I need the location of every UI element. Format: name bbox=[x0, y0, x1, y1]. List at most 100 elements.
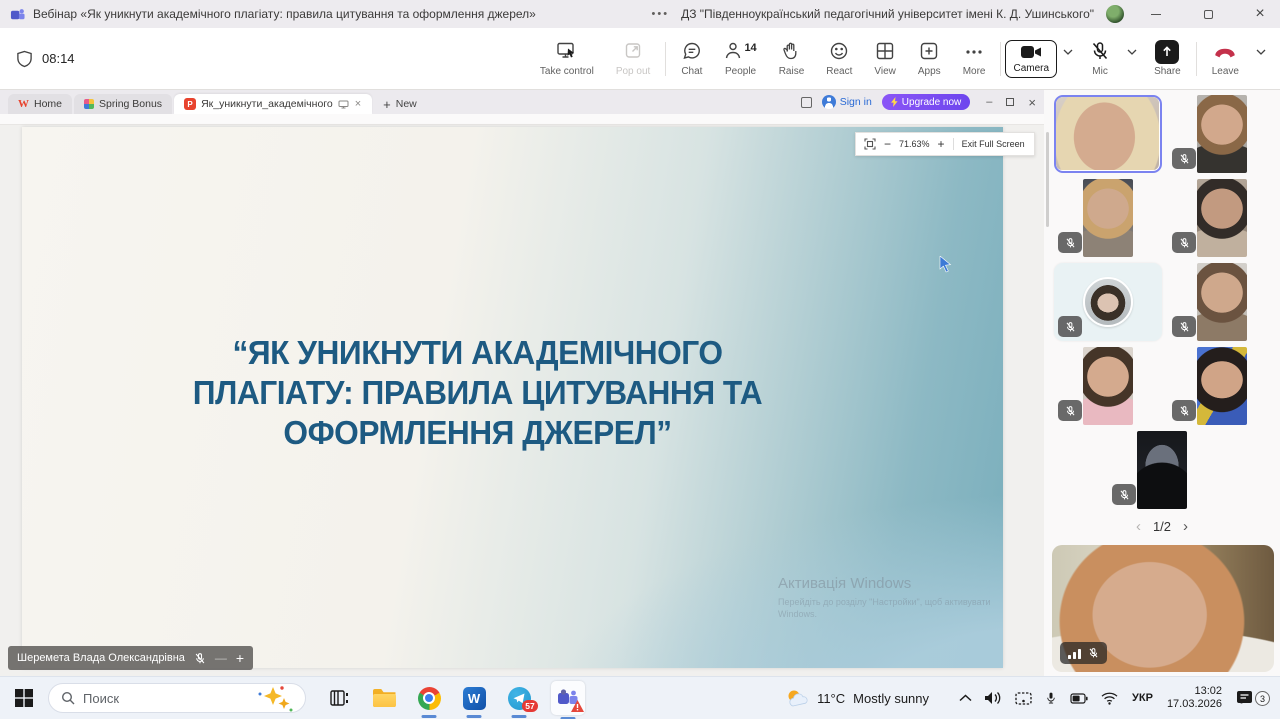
wps-tab-presentation[interactable]: P Як_уникнути_академічного × bbox=[174, 94, 372, 114]
participant-video-tile[interactable] bbox=[1168, 263, 1276, 341]
participants-panel: ‹ 1/2 › bbox=[1044, 90, 1280, 676]
pop-out-icon bbox=[624, 41, 643, 61]
cast-screen-icon[interactable] bbox=[1015, 692, 1032, 705]
upgrade-now-button[interactable]: Upgrade now bbox=[882, 94, 970, 110]
expand-pill-button[interactable]: + bbox=[236, 650, 244, 666]
presenter-cursor-icon bbox=[939, 256, 954, 273]
chat-button[interactable]: Chat bbox=[670, 33, 713, 85]
word-button[interactable]: W bbox=[461, 683, 487, 713]
zoom-in-button[interactable]: + bbox=[938, 137, 945, 151]
tab-close-icon[interactable]: × bbox=[354, 98, 362, 110]
panel-scrollbar[interactable] bbox=[1046, 132, 1049, 227]
mic-muted-badge bbox=[1172, 148, 1196, 169]
presentation-file-icon: P bbox=[184, 98, 196, 110]
camera-options-chevron[interactable] bbox=[1057, 49, 1079, 69]
shared-screen-region: W Home Spring Bonus P Як_уникнути_академ… bbox=[0, 90, 1044, 676]
apps-button[interactable]: Apps bbox=[907, 33, 952, 85]
avatar[interactable] bbox=[1106, 5, 1124, 23]
participant-video-tile-active-speaker[interactable] bbox=[1054, 95, 1162, 173]
take-control-button[interactable]: Take control bbox=[529, 33, 605, 85]
notification-center-button[interactable]: 3 bbox=[1236, 690, 1270, 706]
prev-page-arrow[interactable]: ‹ bbox=[1136, 518, 1141, 535]
leave-options-chevron[interactable] bbox=[1250, 49, 1280, 69]
sign-in-button[interactable]: Sign in bbox=[822, 95, 872, 109]
clock-widget[interactable]: 13:02 17.03.2026 bbox=[1167, 685, 1222, 711]
participant-camera-off-tile[interactable] bbox=[1054, 263, 1162, 341]
zoom-percent: 71.63% bbox=[899, 139, 930, 149]
mic-button[interactable]: Mic bbox=[1079, 33, 1121, 85]
wps-tab-spring-bonus[interactable]: Spring Bonus bbox=[74, 94, 172, 114]
participant-video-tile[interactable] bbox=[1168, 179, 1276, 257]
chrome-button[interactable] bbox=[416, 683, 442, 713]
zoom-divider bbox=[953, 138, 954, 150]
search-highlights-icon[interactable] bbox=[251, 684, 297, 714]
microphone-icon[interactable] bbox=[1045, 690, 1057, 706]
participant-video-tile[interactable] bbox=[1168, 95, 1276, 173]
weather-widget[interactable]: 11°C Mostly sunny bbox=[785, 688, 929, 708]
overflow-menu-icon[interactable]: ••• bbox=[652, 8, 670, 20]
share-label: Share bbox=[1154, 66, 1181, 77]
more-label: More bbox=[963, 66, 986, 77]
chevron-down-icon bbox=[1063, 49, 1073, 55]
participant-video-tile[interactable] bbox=[1168, 347, 1276, 425]
wps-close-button[interactable]: × bbox=[1028, 95, 1036, 110]
raise-hand-button[interactable]: Raise bbox=[768, 33, 816, 85]
pop-out-button[interactable]: Pop out bbox=[605, 33, 661, 85]
shield-icon bbox=[16, 50, 33, 68]
start-button[interactable] bbox=[14, 688, 34, 708]
close-button[interactable]: × bbox=[1240, 0, 1280, 28]
zoom-out-button[interactable]: − bbox=[884, 137, 891, 151]
battery-icon[interactable] bbox=[1070, 693, 1088, 704]
wps-maximize-button[interactable] bbox=[1006, 98, 1014, 106]
react-button[interactable]: React bbox=[815, 33, 863, 85]
org-name: ДЗ "Південноукраїнський педагогічний уні… bbox=[681, 7, 1094, 21]
featured-participant-video[interactable] bbox=[1052, 545, 1274, 672]
participants-pagination: ‹ 1/2 › bbox=[1044, 518, 1280, 535]
participant-video-tile[interactable] bbox=[1108, 431, 1216, 509]
telegram-button[interactable]: 57 bbox=[506, 683, 532, 713]
wps-minimize-button[interactable]: – bbox=[986, 96, 992, 108]
slide-title-line2: ПЛАГІАТУ: ПРАВИЛА ЦИТУВАННЯ ТА bbox=[40, 373, 915, 413]
collapse-pill-button[interactable]: — bbox=[215, 651, 227, 665]
participant-video-tile[interactable] bbox=[1054, 347, 1162, 425]
take-control-icon bbox=[556, 41, 578, 61]
share-button[interactable]: Share bbox=[1143, 33, 1192, 85]
people-button[interactable]: 14 People bbox=[713, 33, 767, 85]
teams-taskbar-button[interactable] bbox=[551, 681, 585, 715]
wps-tab-home[interactable]: W Home bbox=[8, 94, 72, 114]
more-button[interactable]: More bbox=[952, 33, 997, 85]
volume-icon[interactable] bbox=[985, 691, 1002, 705]
participant-video bbox=[1197, 95, 1247, 173]
toolbar-divider bbox=[665, 42, 666, 76]
camera-button[interactable]: Camera bbox=[1005, 40, 1057, 78]
participant-video bbox=[1197, 347, 1247, 425]
leave-button[interactable]: Leave bbox=[1201, 33, 1250, 85]
task-view-button[interactable] bbox=[326, 683, 352, 713]
maximize-button[interactable] bbox=[1188, 0, 1228, 28]
participant-video-tile[interactable] bbox=[1054, 179, 1162, 257]
exit-full-screen-button[interactable]: Exit Full Screen bbox=[962, 139, 1025, 149]
mic-options-chevron[interactable] bbox=[1121, 49, 1143, 69]
presenter-name-pill[interactable]: Шеремета Влада Олександрівна — + bbox=[8, 646, 253, 670]
view-button[interactable]: View bbox=[863, 33, 907, 85]
mic-muted-badge bbox=[1172, 232, 1196, 253]
mic-muted-badge bbox=[1058, 232, 1082, 253]
slide-title-line3: ОФОРМЛЕННЯ ДЖЕРЕЛ” bbox=[40, 413, 915, 453]
minimize-button[interactable] bbox=[1136, 0, 1176, 28]
mic-muted-badge bbox=[1058, 400, 1082, 421]
participant-video bbox=[1137, 431, 1187, 509]
fit-to-screen-icon[interactable] bbox=[864, 138, 876, 150]
windows-taskbar: Поиск W 57 bbox=[0, 676, 1280, 719]
search-input[interactable]: Поиск bbox=[48, 683, 306, 713]
layout-icon[interactable] bbox=[801, 97, 812, 108]
new-tab-button[interactable]: + New bbox=[383, 94, 417, 114]
language-indicator[interactable]: УКР bbox=[1132, 692, 1153, 704]
watermark-line2: Windows. bbox=[778, 608, 1013, 620]
next-page-arrow[interactable]: › bbox=[1183, 518, 1188, 535]
wps-tab-spring-label: Spring Bonus bbox=[99, 98, 162, 110]
meeting-title: Вебінар «Як уникнути академічного плагіа… bbox=[33, 7, 536, 21]
wifi-icon[interactable] bbox=[1101, 692, 1118, 705]
hidden-icons-chevron[interactable] bbox=[959, 694, 972, 702]
teams-app-icon bbox=[10, 7, 25, 22]
file-explorer-button[interactable] bbox=[371, 683, 397, 713]
